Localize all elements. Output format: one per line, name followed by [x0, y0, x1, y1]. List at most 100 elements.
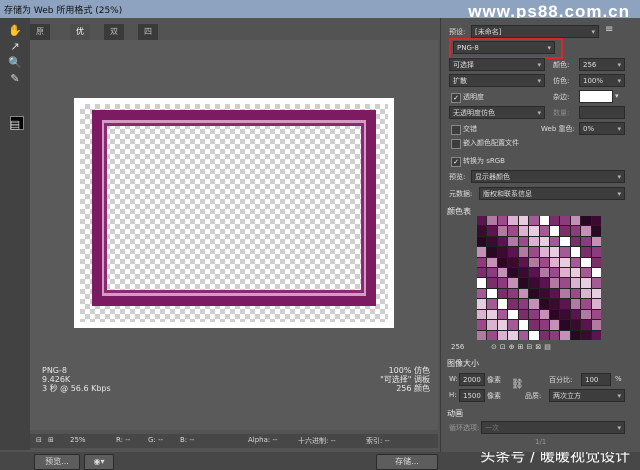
- dither-amount-field[interactable]: 100% ▾: [579, 74, 625, 87]
- color-table-swatch[interactable]: [560, 288, 570, 299]
- color-table-tools-icon[interactable]: ⊙⊡⊕⊞⊟⊠▤: [491, 343, 554, 351]
- tab-original[interactable]: 原稿: [30, 24, 50, 52]
- color-table-swatch[interactable]: [477, 257, 487, 268]
- color-table-swatch[interactable]: [477, 247, 487, 257]
- preview-select[interactable]: 显示器颜色 ▾: [471, 170, 625, 183]
- color-table-swatch[interactable]: [529, 299, 539, 309]
- color-table-swatch[interactable]: [591, 320, 601, 330]
- color-table-swatch[interactable]: [549, 257, 560, 268]
- color-table-swatch[interactable]: [529, 236, 539, 247]
- tab-4-up[interactable]: 四联: [138, 24, 158, 52]
- color-table-swatch[interactable]: [560, 299, 570, 309]
- color-table-swatch[interactable]: [570, 247, 581, 257]
- color-table-swatch[interactable]: [518, 268, 529, 278]
- color-table-swatch[interactable]: [518, 216, 529, 226]
- hand-tool-icon[interactable]: ✋: [7, 24, 23, 38]
- embed-profile-checkbox[interactable]: [451, 139, 461, 149]
- color-table-swatch[interactable]: [518, 320, 529, 330]
- color-table-swatch[interactable]: [560, 320, 570, 330]
- color-table-swatch[interactable]: [581, 216, 591, 226]
- color-table-swatch[interactable]: [539, 288, 549, 299]
- color-table-swatch[interactable]: [539, 236, 549, 247]
- color-table-swatch[interactable]: [581, 247, 591, 257]
- color-table-swatch[interactable]: [560, 257, 570, 268]
- color-table-swatch[interactable]: [508, 299, 518, 309]
- color-table-swatch[interactable]: [508, 257, 518, 268]
- color-table-swatch[interactable]: [508, 278, 518, 288]
- color-table-swatch[interactable]: [581, 288, 591, 299]
- dither-algorithm-select[interactable]: 扩散 ▾: [449, 74, 545, 87]
- color-table-swatch[interactable]: [508, 247, 518, 257]
- color-table-swatch[interactable]: [570, 268, 581, 278]
- save-button[interactable]: 存储...: [376, 454, 438, 470]
- metadata-select[interactable]: 版权和联系信息 ▾: [479, 187, 625, 200]
- toggle-slices-icon[interactable]: ▤: [7, 118, 23, 132]
- color-table-swatch[interactable]: [539, 278, 549, 288]
- interlaced-checkbox[interactable]: [451, 125, 461, 135]
- color-table-swatch[interactable]: [497, 299, 508, 309]
- color-table-swatch[interactable]: [581, 236, 591, 247]
- color-table-swatch[interactable]: [487, 226, 497, 236]
- color-table-swatch[interactable]: [591, 330, 601, 340]
- color-table-swatch[interactable]: [508, 309, 518, 320]
- color-table-swatch[interactable]: [539, 330, 549, 340]
- color-table-swatch[interactable]: [477, 320, 487, 330]
- color-table-swatch[interactable]: [529, 330, 539, 340]
- zoom-out-button[interactable]: ⊟: [36, 436, 42, 444]
- color-table-swatch[interactable]: [477, 226, 487, 236]
- color-table-swatch[interactable]: [591, 247, 601, 257]
- tab-optimized[interactable]: 优化: [70, 24, 90, 52]
- color-table-swatch[interactable]: [570, 236, 581, 247]
- slice-select-tool-icon[interactable]: ↗: [7, 40, 23, 54]
- percent-field[interactable]: 100: [581, 373, 611, 386]
- color-table-swatch[interactable]: [497, 257, 508, 268]
- zoom-in-button[interactable]: ⊞: [48, 436, 54, 444]
- color-table-swatch[interactable]: [529, 320, 539, 330]
- color-table-swatch[interactable]: [560, 278, 570, 288]
- color-table-swatch[interactable]: [518, 247, 529, 257]
- color-table-swatch[interactable]: [591, 309, 601, 320]
- color-table-swatch[interactable]: [539, 216, 549, 226]
- color-table-swatch[interactable]: [497, 236, 508, 247]
- preview-button[interactable]: 预览...: [34, 454, 80, 470]
- color-table-swatch[interactable]: [497, 278, 508, 288]
- color-table-swatch[interactable]: [529, 247, 539, 257]
- color-table-swatch[interactable]: [477, 330, 487, 340]
- color-table-swatch[interactable]: [560, 216, 570, 226]
- color-table-swatch[interactable]: [570, 309, 581, 320]
- color-table-swatch[interactable]: [539, 309, 549, 320]
- zoom-level-select[interactable]: 25%: [70, 436, 86, 444]
- color-table-swatch[interactable]: [581, 309, 591, 320]
- color-table-swatch[interactable]: [549, 216, 560, 226]
- color-table-swatch[interactable]: [487, 330, 497, 340]
- transparency-dither-select[interactable]: 无透明度仿色 ▾: [449, 106, 545, 119]
- color-table-swatch[interactable]: [518, 257, 529, 268]
- color-table-swatch[interactable]: [560, 247, 570, 257]
- transparency-checkbox[interactable]: ✓: [451, 93, 461, 103]
- color-table-swatch[interactable]: [591, 236, 601, 247]
- color-table-swatch[interactable]: [549, 236, 560, 247]
- color-table-swatch[interactable]: [487, 309, 497, 320]
- color-table-swatch[interactable]: [529, 288, 539, 299]
- color-table-swatch[interactable]: [549, 268, 560, 278]
- color-table-swatch[interactable]: [539, 320, 549, 330]
- color-table-swatch[interactable]: [570, 299, 581, 309]
- color-table-swatch[interactable]: [591, 299, 601, 309]
- width-field[interactable]: 2000: [459, 373, 485, 386]
- reduction-select[interactable]: 可选择 ▾: [449, 58, 545, 71]
- color-table-swatch[interactable]: [508, 330, 518, 340]
- color-table-swatch[interactable]: [539, 257, 549, 268]
- color-table-swatch[interactable]: [487, 236, 497, 247]
- color-table-swatch[interactable]: [487, 278, 497, 288]
- color-table-swatch[interactable]: [497, 320, 508, 330]
- color-table-swatch[interactable]: [549, 309, 560, 320]
- color-table-swatch[interactable]: [487, 299, 497, 309]
- color-table-swatch[interactable]: [529, 216, 539, 226]
- color-table-swatch[interactable]: [508, 236, 518, 247]
- color-table-swatch[interactable]: [549, 288, 560, 299]
- panel-menu-icon[interactable]: ≡: [605, 24, 613, 35]
- color-table-swatch[interactable]: [570, 278, 581, 288]
- color-table-swatch[interactable]: [581, 257, 591, 268]
- color-table-swatch[interactable]: [518, 309, 529, 320]
- color-table-swatch[interactable]: [539, 226, 549, 236]
